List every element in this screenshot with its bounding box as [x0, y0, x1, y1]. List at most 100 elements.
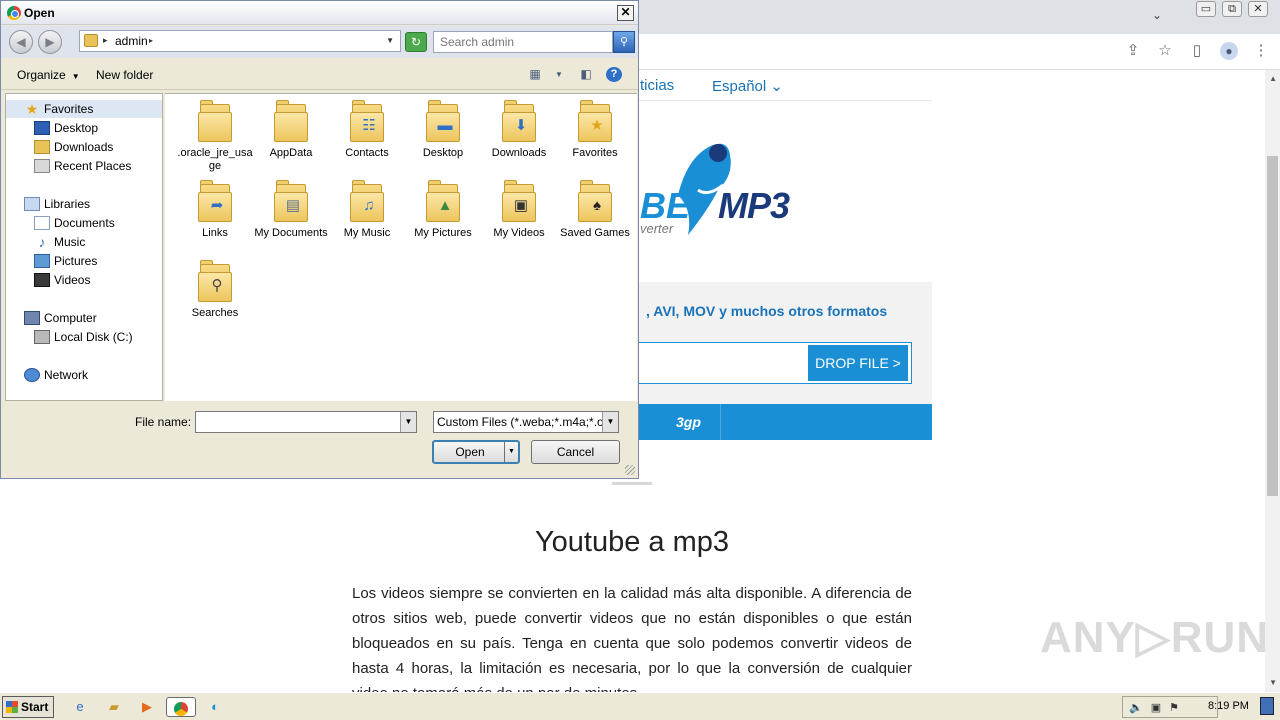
nav-local-disk[interactable]: Local Disk (C:) [34, 328, 133, 346]
folder-item[interactable]: ⚲ Searches [177, 260, 253, 320]
address-bar[interactable]: ▸ admin ▸ ▼ [79, 30, 401, 52]
nav-desktop[interactable]: Desktop [34, 119, 98, 137]
folder-item[interactable]: ▬ Desktop [405, 100, 481, 160]
folder-item[interactable]: ★ Favorites [557, 100, 633, 160]
page-paragraph: Los videos siempre se convierten en la c… [352, 585, 912, 693]
folder-item[interactable]: ▤ My Documents [253, 180, 329, 240]
folder-item[interactable]: AppData [253, 100, 329, 160]
menu-icon[interactable]: ⋮ [1252, 42, 1270, 60]
drop-file-button[interactable]: DROP FILE > [808, 345, 908, 381]
volume-icon[interactable]: 🔈 [1129, 701, 1143, 714]
file-explorer-icon[interactable]: ▰ [104, 697, 124, 717]
view-options-icon[interactable]: ▦ [527, 67, 543, 82]
preview-pane-icon[interactable]: ◧ [578, 67, 594, 82]
format-3gp[interactable]: 3gp [676, 414, 701, 430]
profile-icon[interactable]: ● [1220, 42, 1238, 60]
view-dropdown-icon[interactable]: ▼ [551, 67, 567, 82]
chrome-taskbar-icon[interactable] [166, 697, 196, 717]
dialog-title-bar[interactable]: Open ✕ [1, 1, 638, 25]
folder-name: My Music [343, 227, 391, 239]
scroll-down-arrow-icon[interactable]: ▼ [1269, 678, 1277, 687]
file-type-value: Custom Files (*.weba;*.m4a;*.oj [437, 415, 607, 429]
search-input[interactable] [433, 31, 613, 53]
page-scrollbar[interactable] [1265, 70, 1280, 692]
new-folder-button[interactable]: New folder [96, 68, 153, 82]
breadcrumb-arrow-icon[interactable]: ▸ [103, 35, 108, 46]
nav-link-noticias[interactable]: ticias [640, 77, 674, 94]
open-split-dropdown-icon[interactable]: ▼ [504, 442, 518, 462]
open-button[interactable]: Open ▼ [432, 440, 520, 464]
address-history-dropdown-icon[interactable]: ▼ [386, 36, 394, 45]
file-type-dropdown-icon[interactable]: ▼ [602, 412, 618, 432]
nav-recent-label: Recent Places [54, 159, 132, 173]
breadcrumb-admin[interactable]: admin [115, 34, 148, 48]
close-window-button[interactable]: ✕ [1248, 1, 1268, 17]
folder-name: AppData [269, 147, 313, 159]
sidebar-icon[interactable]: ▯ [1188, 42, 1206, 60]
search-icon[interactable]: ⚲ [613, 31, 635, 53]
file-name-input[interactable]: ▼ [195, 411, 417, 433]
nav-network-label: Network [44, 368, 89, 382]
scroll-up-arrow-icon[interactable]: ▲ [1269, 74, 1277, 83]
internet-explorer-icon[interactable]: e [70, 697, 90, 717]
nav-favorites[interactable]: ★ Favorites [6, 100, 162, 118]
file-list-pane: .oracle_jre_usage AppData ☷ Contacts ▬ D… [165, 93, 637, 401]
folder-item[interactable]: ☷ Contacts [329, 100, 405, 160]
downloads-icon [34, 139, 50, 154]
system-tray: 🔈 ▣ ⚑ [1122, 696, 1218, 718]
navigation-pane: ★ Favorites Desktop Downloads Recent Plac… [5, 93, 163, 401]
pictures-folder-icon: ▲ [426, 180, 460, 222]
folder-item[interactable]: ▣ My Videos [481, 180, 557, 240]
nav-music[interactable]: ♪ Music [34, 233, 86, 251]
show-desktop-button[interactable] [1260, 697, 1274, 715]
nav-local-disk-label: Local Disk (C:) [54, 330, 133, 344]
cancel-button[interactable]: Cancel [531, 440, 620, 464]
refresh-button[interactable]: ↻ [405, 32, 427, 52]
help-icon[interactable]: ? [606, 67, 622, 82]
resize-grip-icon[interactable] [625, 465, 635, 475]
folder-item[interactable]: ♠ Saved Games [557, 180, 633, 240]
file-type-select[interactable]: Custom Files (*.weba;*.m4a;*.oj ▼ [433, 411, 619, 433]
dialog-close-button[interactable]: ✕ [617, 5, 634, 21]
folder-name: Downloads [491, 147, 547, 159]
scroll-thumb[interactable] [1267, 156, 1278, 496]
nav-pictures[interactable]: Pictures [34, 252, 97, 270]
back-button[interactable]: ◀ [9, 30, 33, 54]
network-tray-icon[interactable]: ▣ [1151, 701, 1161, 714]
nav-downloads[interactable]: Downloads [34, 138, 113, 156]
edge-icon[interactable]: ◐ [205, 697, 225, 717]
site-logo[interactable]: BE MP3 verter [640, 135, 820, 245]
restore-button[interactable]: ⧉ [1222, 1, 1242, 17]
media-player-icon[interactable]: ▶ [137, 697, 157, 717]
folder-name: .oracle_jre_usage [177, 147, 253, 172]
nav-downloads-label: Downloads [54, 140, 114, 154]
nav-network[interactable]: Network [24, 366, 88, 384]
libraries-icon [24, 196, 40, 211]
folder-item[interactable]: ▲ My Pictures [405, 180, 481, 240]
start-button[interactable]: Start [2, 696, 54, 718]
forward-button[interactable]: ▶ [38, 30, 62, 54]
folder-item[interactable]: ➦ Links [177, 180, 253, 240]
folder-item[interactable]: ♫ My Music [329, 180, 405, 240]
star-icon[interactable]: ☆ [1156, 42, 1174, 60]
nav-documents[interactable]: Documents [34, 214, 115, 232]
share-icon[interactable]: ⇪ [1124, 42, 1142, 60]
folder-name: My Documents [254, 227, 328, 239]
nav-computer[interactable]: Computer [24, 309, 97, 327]
nav-pictures-label: Pictures [54, 254, 98, 268]
format-separator [720, 404, 721, 440]
nav-libraries[interactable]: Libraries [24, 195, 90, 213]
organize-menu[interactable]: Organize ▼ [17, 68, 80, 82]
breadcrumb-dropdown-icon[interactable]: ▸ [149, 36, 153, 45]
tab-search-chevron-icon[interactable]: ⌄ [1152, 8, 1162, 22]
minimize-button[interactable]: ▭ [1196, 1, 1216, 17]
nav-videos[interactable]: Videos [34, 271, 90, 289]
nav-recent-places[interactable]: Recent Places [34, 157, 131, 175]
flag-icon[interactable]: ⚑ [1169, 701, 1179, 714]
folder-name: Searches [191, 307, 239, 319]
language-selector[interactable]: Español ⌄ [712, 77, 783, 95]
folder-item[interactable]: ⬇ Downloads [481, 100, 557, 160]
clock[interactable]: 8:19 PM [1208, 700, 1249, 712]
folder-item[interactable]: .oracle_jre_usage [177, 100, 253, 173]
file-name-dropdown-icon[interactable]: ▼ [400, 412, 416, 432]
